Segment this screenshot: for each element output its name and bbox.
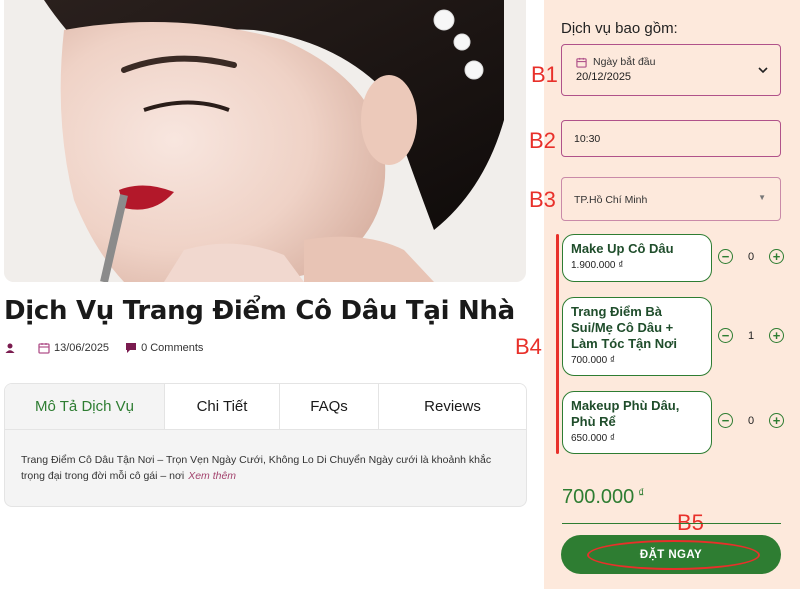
tab-description[interactable]: Mô Tả Dịch Vụ [5, 384, 165, 429]
package-card: Trang Điểm Bà Sui/Mẹ Cô Dâu + Làm Tóc Tậ… [562, 297, 712, 376]
comments-count: 0 Comments [141, 342, 204, 354]
caret-down-icon: ▼ [758, 193, 766, 202]
annotation-bracket [556, 234, 559, 454]
tab-details[interactable]: Chi Tiết [165, 384, 280, 429]
package-price: 700.000 ₫ [571, 355, 616, 366]
annotation-b2: B2 [529, 128, 556, 153]
package-price: 650.000 ₫ [571, 433, 616, 444]
calendar-icon [38, 342, 50, 354]
page-title: Dịch Vụ Trang Điểm Cô Dâu Tại Nhà [4, 296, 515, 326]
city-select[interactable]: TP.Hồ Chí Minh ▼ [561, 177, 781, 221]
tab-bar: Mô Tả Dịch Vụ Chi Tiết FAQs Reviews [5, 384, 526, 430]
comments-meta[interactable]: 0 Comments [125, 342, 203, 354]
city-value: TP.Hồ Chí Minh [574, 194, 648, 206]
annotation-b4: B4 [515, 334, 542, 359]
currency-symbol: ₫ [638, 486, 645, 500]
quantity-stepper: − 0 + [718, 249, 784, 264]
package-name: Trang Điểm Bà Sui/Mẹ Cô Dâu + Làm Tóc Tậ… [571, 304, 678, 351]
quantity-value: 0 [747, 250, 755, 263]
quantity-stepper: − 1 + [718, 328, 784, 343]
time-value: 10:30 [574, 133, 601, 145]
plus-circle-icon[interactable]: + [769, 328, 784, 343]
services-heading: Dịch vụ bao gồm: [561, 20, 678, 37]
comment-icon [125, 342, 137, 354]
package-card: Make Up Cô Dâu 1.900.000 ₫ [562, 234, 712, 282]
divider [562, 523, 781, 524]
plus-circle-icon[interactable]: + [769, 413, 784, 428]
quantity-value: 0 [747, 414, 755, 427]
tab-reviews[interactable]: Reviews [379, 384, 526, 429]
annotation-b3: B3 [529, 187, 556, 212]
annotation-b1: B1 [531, 62, 558, 87]
quantity-stepper: − 0 + [718, 413, 784, 428]
start-date-label-text: Ngày bắt đầu [593, 56, 656, 68]
start-date-field[interactable]: Ngày bắt đầu 20/12/2025 [561, 44, 781, 96]
minus-circle-icon[interactable]: − [718, 328, 733, 343]
post-date: 13/06/2025 [54, 342, 110, 354]
start-date-value: 20/12/2025 [576, 71, 632, 83]
calendar-icon [576, 57, 587, 68]
start-date-label: Ngày bắt đầu [576, 56, 655, 68]
service-tabs: Mô Tả Dịch Vụ Chi Tiết FAQs Reviews Tran… [4, 383, 527, 507]
bride-makeup-photo [4, 0, 526, 282]
hero-image [4, 0, 526, 282]
package-name: Makeup Phù Dâu, Phù Rể [571, 398, 680, 429]
total-amount: 700.000 [562, 486, 635, 508]
total-price: 700.000 ₫ [562, 486, 644, 509]
chevron-down-icon [758, 63, 768, 77]
tab-content: Trang Điểm Cô Dâu Tận Nơi – Trọn Vẹn Ngà… [5, 430, 526, 484]
date-meta: 13/06/2025 [38, 342, 109, 354]
author-meta[interactable] [4, 342, 20, 354]
minus-circle-icon[interactable]: − [718, 413, 733, 428]
quantity-value: 1 [747, 329, 755, 342]
package-price: 1.900.000 ₫ [571, 260, 624, 271]
post-meta: 13/06/2025 0 Comments [4, 340, 203, 356]
package-name: Make Up Cô Dâu [571, 241, 674, 256]
user-icon [4, 342, 16, 354]
minus-circle-icon[interactable]: − [718, 249, 733, 264]
time-field[interactable]: 10:30 [561, 120, 781, 157]
read-more-link[interactable]: Xem thêm [188, 470, 236, 482]
tab-faqs[interactable]: FAQs [280, 384, 379, 429]
description-text: Trang Điểm Cô Dâu Tận Nơi – Trọn Vẹn Ngà… [21, 454, 492, 482]
plus-circle-icon[interactable]: + [769, 249, 784, 264]
book-now-button[interactable]: ĐẶT NGAY [561, 535, 781, 574]
package-card: Makeup Phù Dâu, Phù Rể 650.000 ₫ [562, 391, 712, 454]
